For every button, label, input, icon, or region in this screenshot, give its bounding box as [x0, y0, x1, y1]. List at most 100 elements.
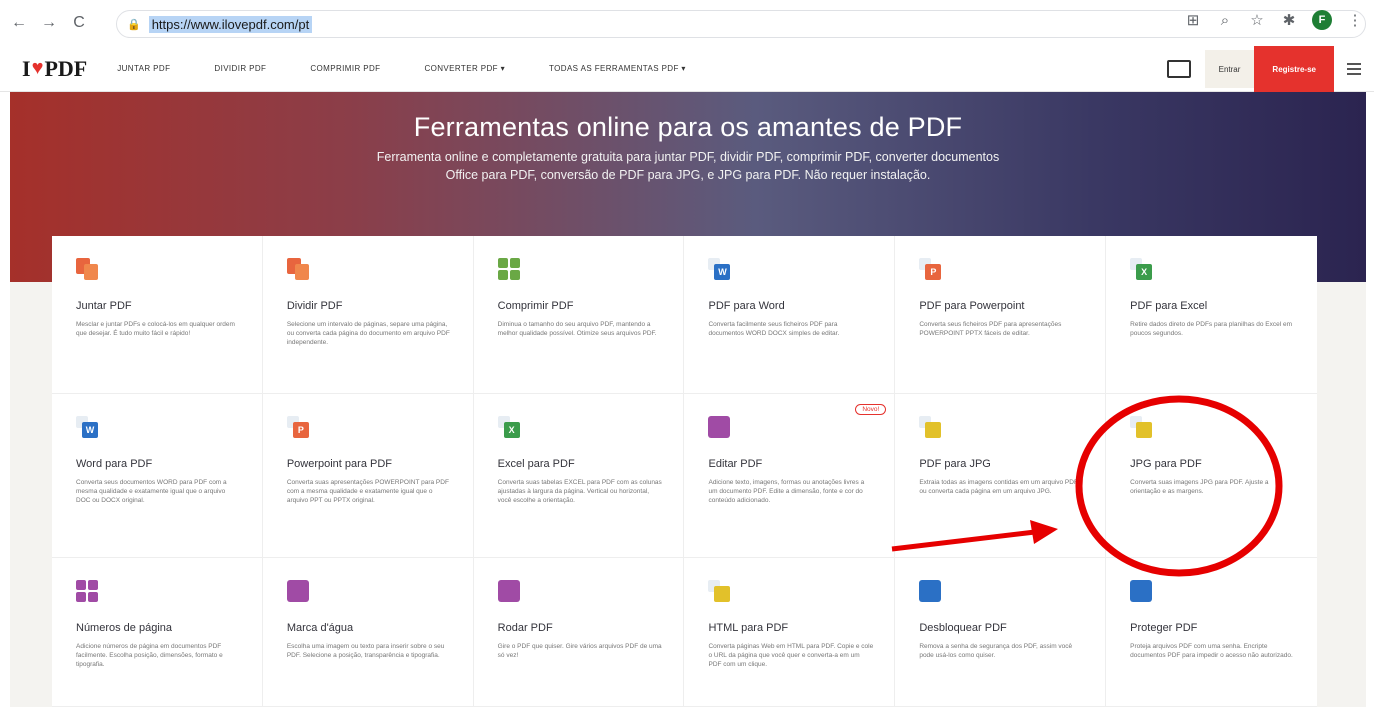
- tool-card[interactable]: HTML para PDF Converta páginas Web em HTM…: [684, 558, 896, 707]
- qr-icon[interactable]: ⊞: [1184, 11, 1202, 29]
- ilovepdf-logo[interactable]: I ♥ PDF: [22, 56, 87, 82]
- tool-description: Adicione números de página em documentos…: [76, 643, 223, 668]
- site-header: I ♥ PDF JUNTAR PDF DIVIDIR PDF COMPRIMIR…: [0, 46, 1374, 92]
- tool-card[interactable]: Juntar PDF Mesclar e juntar PDFs e colocá…: [52, 236, 263, 394]
- page-numbers-icon: [76, 580, 98, 602]
- protect-icon: [1130, 580, 1153, 602]
- nav-converter-pdf[interactable]: CONVERTER PDF ▾: [424, 64, 505, 73]
- tool-card[interactable]: Rodar PDF Gire o PDF que quiser. Gire vár…: [473, 558, 685, 707]
- extensions-icon[interactable]: ✱: [1280, 11, 1298, 29]
- tool-description: Retire dados direto de PDFs para planilh…: [1130, 321, 1293, 337]
- tool-description: Selecione um intervalo de páginas, separ…: [286, 321, 450, 346]
- star-icon[interactable]: ☆: [1248, 11, 1266, 29]
- tool-name: Juntar PDF: [76, 300, 132, 312]
- nav-todas-ferramentas[interactable]: TODAS AS FERRAMENTAS PDF ▾: [549, 64, 686, 73]
- tool-name: Marca d'água: [286, 622, 354, 634]
- zoom-icon[interactable]: ⌕: [1216, 12, 1234, 29]
- lock-icon: 🔒: [127, 18, 141, 31]
- tool-card[interactable]: P Powerpoint para PDF Converta suas aprese…: [262, 394, 474, 558]
- tool-description: Mesclar e juntar PDFs e colocá-los em qu…: [76, 321, 235, 337]
- tool-name: Números de página: [76, 622, 173, 634]
- more-icon[interactable]: ⋮: [1346, 11, 1364, 29]
- tool-description: Remova a senha de segurança dos PDF, ass…: [919, 643, 1073, 659]
- login-button[interactable]: Entrar: [1204, 50, 1255, 88]
- ppt-to-pdf-icon: P: [286, 416, 309, 438]
- tool-card[interactable]: Números de página Adicione números de pág…: [52, 558, 263, 707]
- tool-card[interactable]: W Word para PDF Converta seus documentos W…: [52, 394, 263, 558]
- tool-description: Converta seus documentos WORD para PDF c…: [76, 479, 227, 504]
- hero-title: Ferramentas online para os amantes de PD…: [413, 112, 963, 142]
- tool-name: PDF para JPG: [919, 458, 991, 470]
- tool-card[interactable]: Comprimir PDF Diminua o tamanho do seu ar…: [473, 236, 685, 394]
- tool-name: Editar PDF: [708, 458, 763, 470]
- tool-description: Adicione texto, imagens, formas ou anota…: [708, 479, 865, 504]
- tool-description: Extraia todas as imagens contidas em um …: [919, 479, 1078, 495]
- heart-icon: ♥: [31, 57, 44, 79]
- tool-description: Proteja arquivos PDF com uma senha. Encr…: [1130, 643, 1293, 659]
- tool-description: Converta suas apresentações POWERPOINT p…: [286, 479, 449, 504]
- address-bar[interactable]: 🔒 https://www.ilovepdf.com/pt: [116, 10, 1366, 38]
- tool-card[interactable]: Proteger PDF Proteja arquivos PDF com uma…: [1106, 558, 1317, 707]
- tool-description: Converta facilmente seus ficheiros PDF p…: [708, 321, 840, 337]
- tool-description: Converta suas imagens JPG para PDF. Ajus…: [1130, 479, 1269, 495]
- tool-name: PDF para Word: [708, 300, 785, 312]
- tool-card[interactable]: X PDF para Excel Retire dados direto de PD…: [1106, 236, 1317, 394]
- tool-description: Diminua o tamanho do seu arquivo PDF, ma…: [497, 321, 657, 337]
- compress-icon: [497, 258, 520, 280]
- jpg-to-pdf-icon: [1130, 416, 1153, 438]
- tool-name: Dividir PDF: [286, 300, 343, 312]
- hamburger-menu-icon[interactable]: [1334, 63, 1374, 75]
- nav-dividir-pdf[interactable]: DIVIDIR PDF: [214, 64, 266, 73]
- tool-name: PDF para Powerpoint: [919, 300, 1025, 312]
- tool-name: Powerpoint para PDF: [286, 458, 392, 470]
- tool-name: Word para PDF: [76, 458, 153, 470]
- tool-name: Proteger PDF: [1130, 622, 1198, 634]
- word-icon: W: [708, 258, 731, 280]
- tool-card[interactable]: P PDF para Powerpoint Converta seus fichei…: [895, 236, 1107, 394]
- split-icon: [286, 258, 309, 280]
- tool-card[interactable]: JPG para PDF Converta suas imagens JPG pa…: [1106, 394, 1317, 558]
- main-nav: JUNTAR PDF DIVIDIR PDF COMPRIMIR PDF CON…: [117, 64, 686, 73]
- browser-toolbar: ← → C 🔒 https://www.ilovepdf.com/pt ⊞ ⌕ …: [0, 0, 1374, 46]
- logo-text-i: I: [22, 55, 31, 81]
- word-to-pdf-icon: W: [76, 416, 98, 438]
- excel-icon: X: [1130, 258, 1153, 280]
- tool-card[interactable]: X Excel para PDF Converta suas tabelas EXC…: [473, 394, 685, 558]
- tool-card[interactable]: W PDF para Word Converta facilmente seus f…: [684, 236, 896, 394]
- powerpoint-icon: P: [919, 258, 942, 280]
- nav-juntar-pdf[interactable]: JUNTAR PDF: [117, 64, 170, 73]
- tool-card[interactable]: PDF para JPG Extraia todas as imagens con…: [895, 394, 1107, 558]
- profile-avatar[interactable]: F: [1312, 10, 1332, 30]
- pdf-to-jpg-icon: [919, 416, 942, 438]
- html-icon: [708, 580, 731, 602]
- url-text[interactable]: https://www.ilovepdf.com/pt: [148, 15, 313, 33]
- forward-icon[interactable]: →: [38, 12, 60, 34]
- logo-text-pdf: PDF: [44, 55, 88, 81]
- tool-name: Excel para PDF: [497, 458, 575, 470]
- tool-description: Converta suas tabelas EXCEL para PDF com…: [497, 479, 662, 504]
- register-button[interactable]: Registre-se: [1254, 46, 1334, 92]
- tool-description: Converta seus ficheiros PDF para apresen…: [919, 321, 1062, 337]
- tool-description: Gire o PDF que quiser. Gire vários arqui…: [497, 643, 662, 659]
- tool-name: Rodar PDF: [497, 622, 553, 634]
- back-icon[interactable]: ←: [8, 12, 30, 34]
- tool-name: Comprimir PDF: [497, 300, 574, 312]
- tool-card[interactable]: Editar PDF Adicione texto, imagens, forma…: [684, 394, 896, 558]
- tool-name: JPG para PDF: [1130, 458, 1202, 470]
- tool-description: Escolha uma imagem ou texto para inserir…: [286, 643, 445, 659]
- reload-icon[interactable]: C: [68, 12, 90, 34]
- new-badge: Novo!: [855, 404, 887, 415]
- tool-description: Converta páginas Web em HTML para PDF. C…: [708, 643, 874, 668]
- nav-comprimir-pdf[interactable]: COMPRIMIR PDF: [310, 64, 380, 73]
- tool-card[interactable]: Dividir PDF Selecione um intervalo de pág…: [262, 236, 474, 394]
- desktop-app-icon[interactable]: [1166, 60, 1191, 78]
- tool-name: HTML para PDF: [708, 622, 789, 634]
- edit-icon: [708, 416, 731, 438]
- tool-card[interactable]: Marca d'água Escolha uma imagem ou texto …: [262, 558, 474, 707]
- tools-grid: Juntar PDF Mesclar e juntar PDFs e colocá…: [52, 236, 1317, 707]
- unlock-icon: [919, 580, 942, 602]
- tool-card[interactable]: Desbloquear PDF Remova a senha de seguran…: [895, 558, 1107, 707]
- tool-name: PDF para Excel: [1130, 300, 1208, 312]
- tool-name: Desbloquear PDF: [919, 622, 1007, 634]
- rotate-icon: [497, 580, 520, 602]
